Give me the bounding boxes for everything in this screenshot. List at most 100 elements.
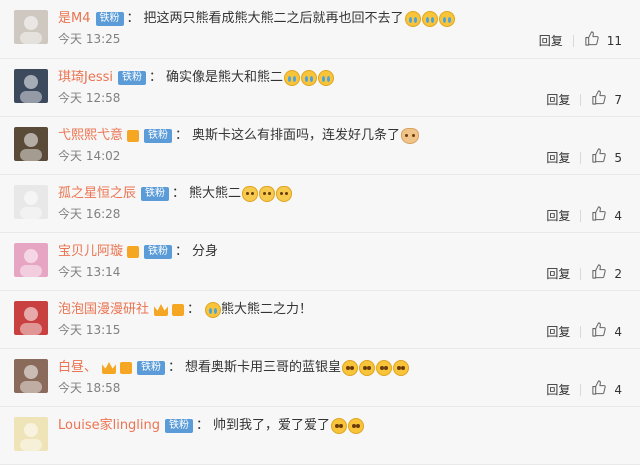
comment-time: 今天 16:28 (58, 207, 121, 221)
user-avatar[interactable] (14, 417, 48, 451)
comment-time: 今天 12:58 (58, 91, 121, 105)
comment-actions: 回复 4 (546, 380, 622, 399)
reply-button[interactable]: 回复 (546, 266, 570, 282)
fan-level-icon (120, 362, 133, 374)
username-link[interactable]: 孤之星恒之辰 (58, 184, 136, 204)
comment-content: Louise家lingling 铁粉：帅到我了，爱了爱了 (58, 416, 630, 436)
comment-time: 今天 14:02 (58, 149, 121, 163)
fan-level-icon (127, 130, 140, 142)
comment-time: 今天 13:15 (58, 323, 121, 337)
thumbs-up-icon (591, 148, 614, 167)
reply-button[interactable]: 回复 (539, 33, 563, 49)
laugh-cry-emoji-icon (404, 11, 421, 27)
like-count: 4 (614, 324, 622, 339)
comment-text: 帅到我了，爱了爱了 (213, 418, 331, 433)
thumbs-up-icon (584, 31, 607, 50)
comment-colon: ： (168, 360, 182, 375)
reply-button[interactable]: 回复 (546, 324, 570, 340)
comment-colon: ： (126, 11, 140, 26)
comment-item: 孤之星恒之辰 铁粉：熊大熊二今天 16:28 回复 4 (0, 175, 640, 233)
action-divider (580, 151, 582, 164)
comment-text: 熊大熊二 (189, 186, 242, 201)
comment-item: 弋熙熙弋意 铁粉：奥斯卡这么有排面吗，连发好几条了 今天 14:02 回复 5 (0, 117, 640, 175)
laugh-cry-emoji-icon (301, 70, 318, 86)
comment-content: 琪琦Jessi 铁粉：确实像是熊大和熊二 (58, 68, 630, 88)
reply-button[interactable]: 回复 (546, 92, 570, 108)
comment-time: 今天 18:58 (58, 381, 121, 395)
comment-colon: ： (187, 302, 201, 317)
laugh-cry-emoji-icon (205, 302, 222, 318)
user-avatar[interactable] (14, 10, 48, 44)
user-avatar[interactable] (14, 301, 48, 335)
comment-content: 白昼、 铁粉：想看奥斯卡用三哥的蓝银皇 (58, 358, 630, 378)
username-link[interactable]: 泡泡国漫漫研社 (58, 300, 149, 320)
user-avatar[interactable] (14, 127, 48, 161)
shocked-face-emoji-icon (393, 360, 410, 376)
username-link[interactable]: 弋熙熙弋意 (58, 126, 123, 146)
username-link[interactable]: 白昼、 (58, 358, 97, 378)
laugh-cry-emoji-icon (284, 70, 301, 86)
shocked-face-emoji-icon (342, 360, 359, 376)
like-button[interactable]: 4 (591, 206, 622, 225)
comment-actions: 回复 4 (546, 206, 622, 225)
like-button[interactable]: 11 (584, 31, 622, 50)
user-avatar[interactable] (14, 359, 48, 393)
reply-button[interactable]: 回复 (546, 208, 570, 224)
comment-text: 奥斯卡这么有排面吗，连发好几条了 (192, 128, 401, 143)
comment-time: 今天 13:25 (58, 32, 121, 46)
shocked-face-emoji-icon (359, 360, 376, 376)
shocked-face-emoji-icon (331, 418, 348, 434)
action-divider (580, 93, 582, 106)
comment-actions: 回复 2 (546, 264, 622, 283)
username-link[interactable]: 是M4 (58, 9, 91, 29)
fan-level-icon (172, 304, 185, 316)
like-count: 4 (614, 208, 622, 223)
thumbs-up-icon (591, 264, 614, 283)
comment-text: 熊大熊二之力！ (221, 302, 313, 317)
like-button[interactable]: 2 (591, 264, 622, 283)
comment-actions: 回复 4 (546, 322, 622, 341)
comment-text: 把这两只熊看成熊大熊二之后就再也回不去了 (143, 11, 404, 26)
comment-item: 琪琦Jessi 铁粉：确实像是熊大和熊二 今天 12:58 回复 7 (0, 59, 640, 117)
like-button[interactable]: 4 (591, 380, 622, 399)
action-divider (580, 383, 582, 396)
comment-actions: 回复 7 (546, 90, 622, 109)
cat-face-emoji-icon (259, 186, 276, 202)
fan-badge: 铁粉 (141, 187, 170, 201)
fan-badge: 铁粉 (118, 71, 146, 85)
fan-badge: 铁粉 (144, 129, 173, 143)
thumbs-up-icon (591, 322, 614, 341)
comment-colon: ： (172, 186, 186, 201)
like-button[interactable]: 5 (591, 148, 622, 167)
comment-colon: ： (196, 418, 210, 433)
shocked-face-emoji-icon (376, 360, 393, 376)
laugh-cry-emoji-icon (318, 70, 335, 86)
fan-badge: 铁粉 (144, 245, 173, 259)
comment-item: 泡泡国漫漫研社 ： 熊大熊二之力！ 今天 13:15 回复 4 (0, 291, 640, 349)
username-link[interactable]: 琪琦Jessi (58, 68, 113, 88)
vip-crown-icon (102, 362, 117, 374)
comment-content: 孤之星恒之辰 铁粉：熊大熊二 (58, 184, 630, 204)
action-divider (580, 209, 582, 222)
thumbs-up-icon (591, 206, 614, 225)
like-button[interactable]: 4 (591, 322, 622, 341)
like-count: 4 (614, 382, 622, 397)
username-link[interactable]: Louise家lingling (58, 416, 160, 436)
fan-badge: 铁粉 (165, 419, 194, 433)
username-link[interactable]: 宝贝儿阿璇 (58, 242, 123, 262)
fan-badge: 铁粉 (137, 361, 166, 375)
like-button[interactable]: 7 (591, 90, 622, 109)
action-divider (580, 267, 582, 280)
reply-button[interactable]: 回复 (546, 382, 570, 398)
user-avatar[interactable] (14, 69, 48, 103)
reply-button[interactable]: 回复 (546, 150, 570, 166)
comment-text: 分身 (192, 244, 219, 259)
user-avatar[interactable] (14, 243, 48, 277)
fan-badge: 铁粉 (95, 12, 124, 26)
like-count: 5 (614, 150, 622, 165)
comment-content: 弋熙熙弋意 铁粉：奥斯卡这么有排面吗，连发好几条了 (58, 126, 630, 146)
comment-time: 今天 13:14 (58, 265, 121, 279)
action-divider (580, 325, 582, 338)
like-count: 2 (614, 266, 622, 281)
user-avatar[interactable] (14, 185, 48, 219)
